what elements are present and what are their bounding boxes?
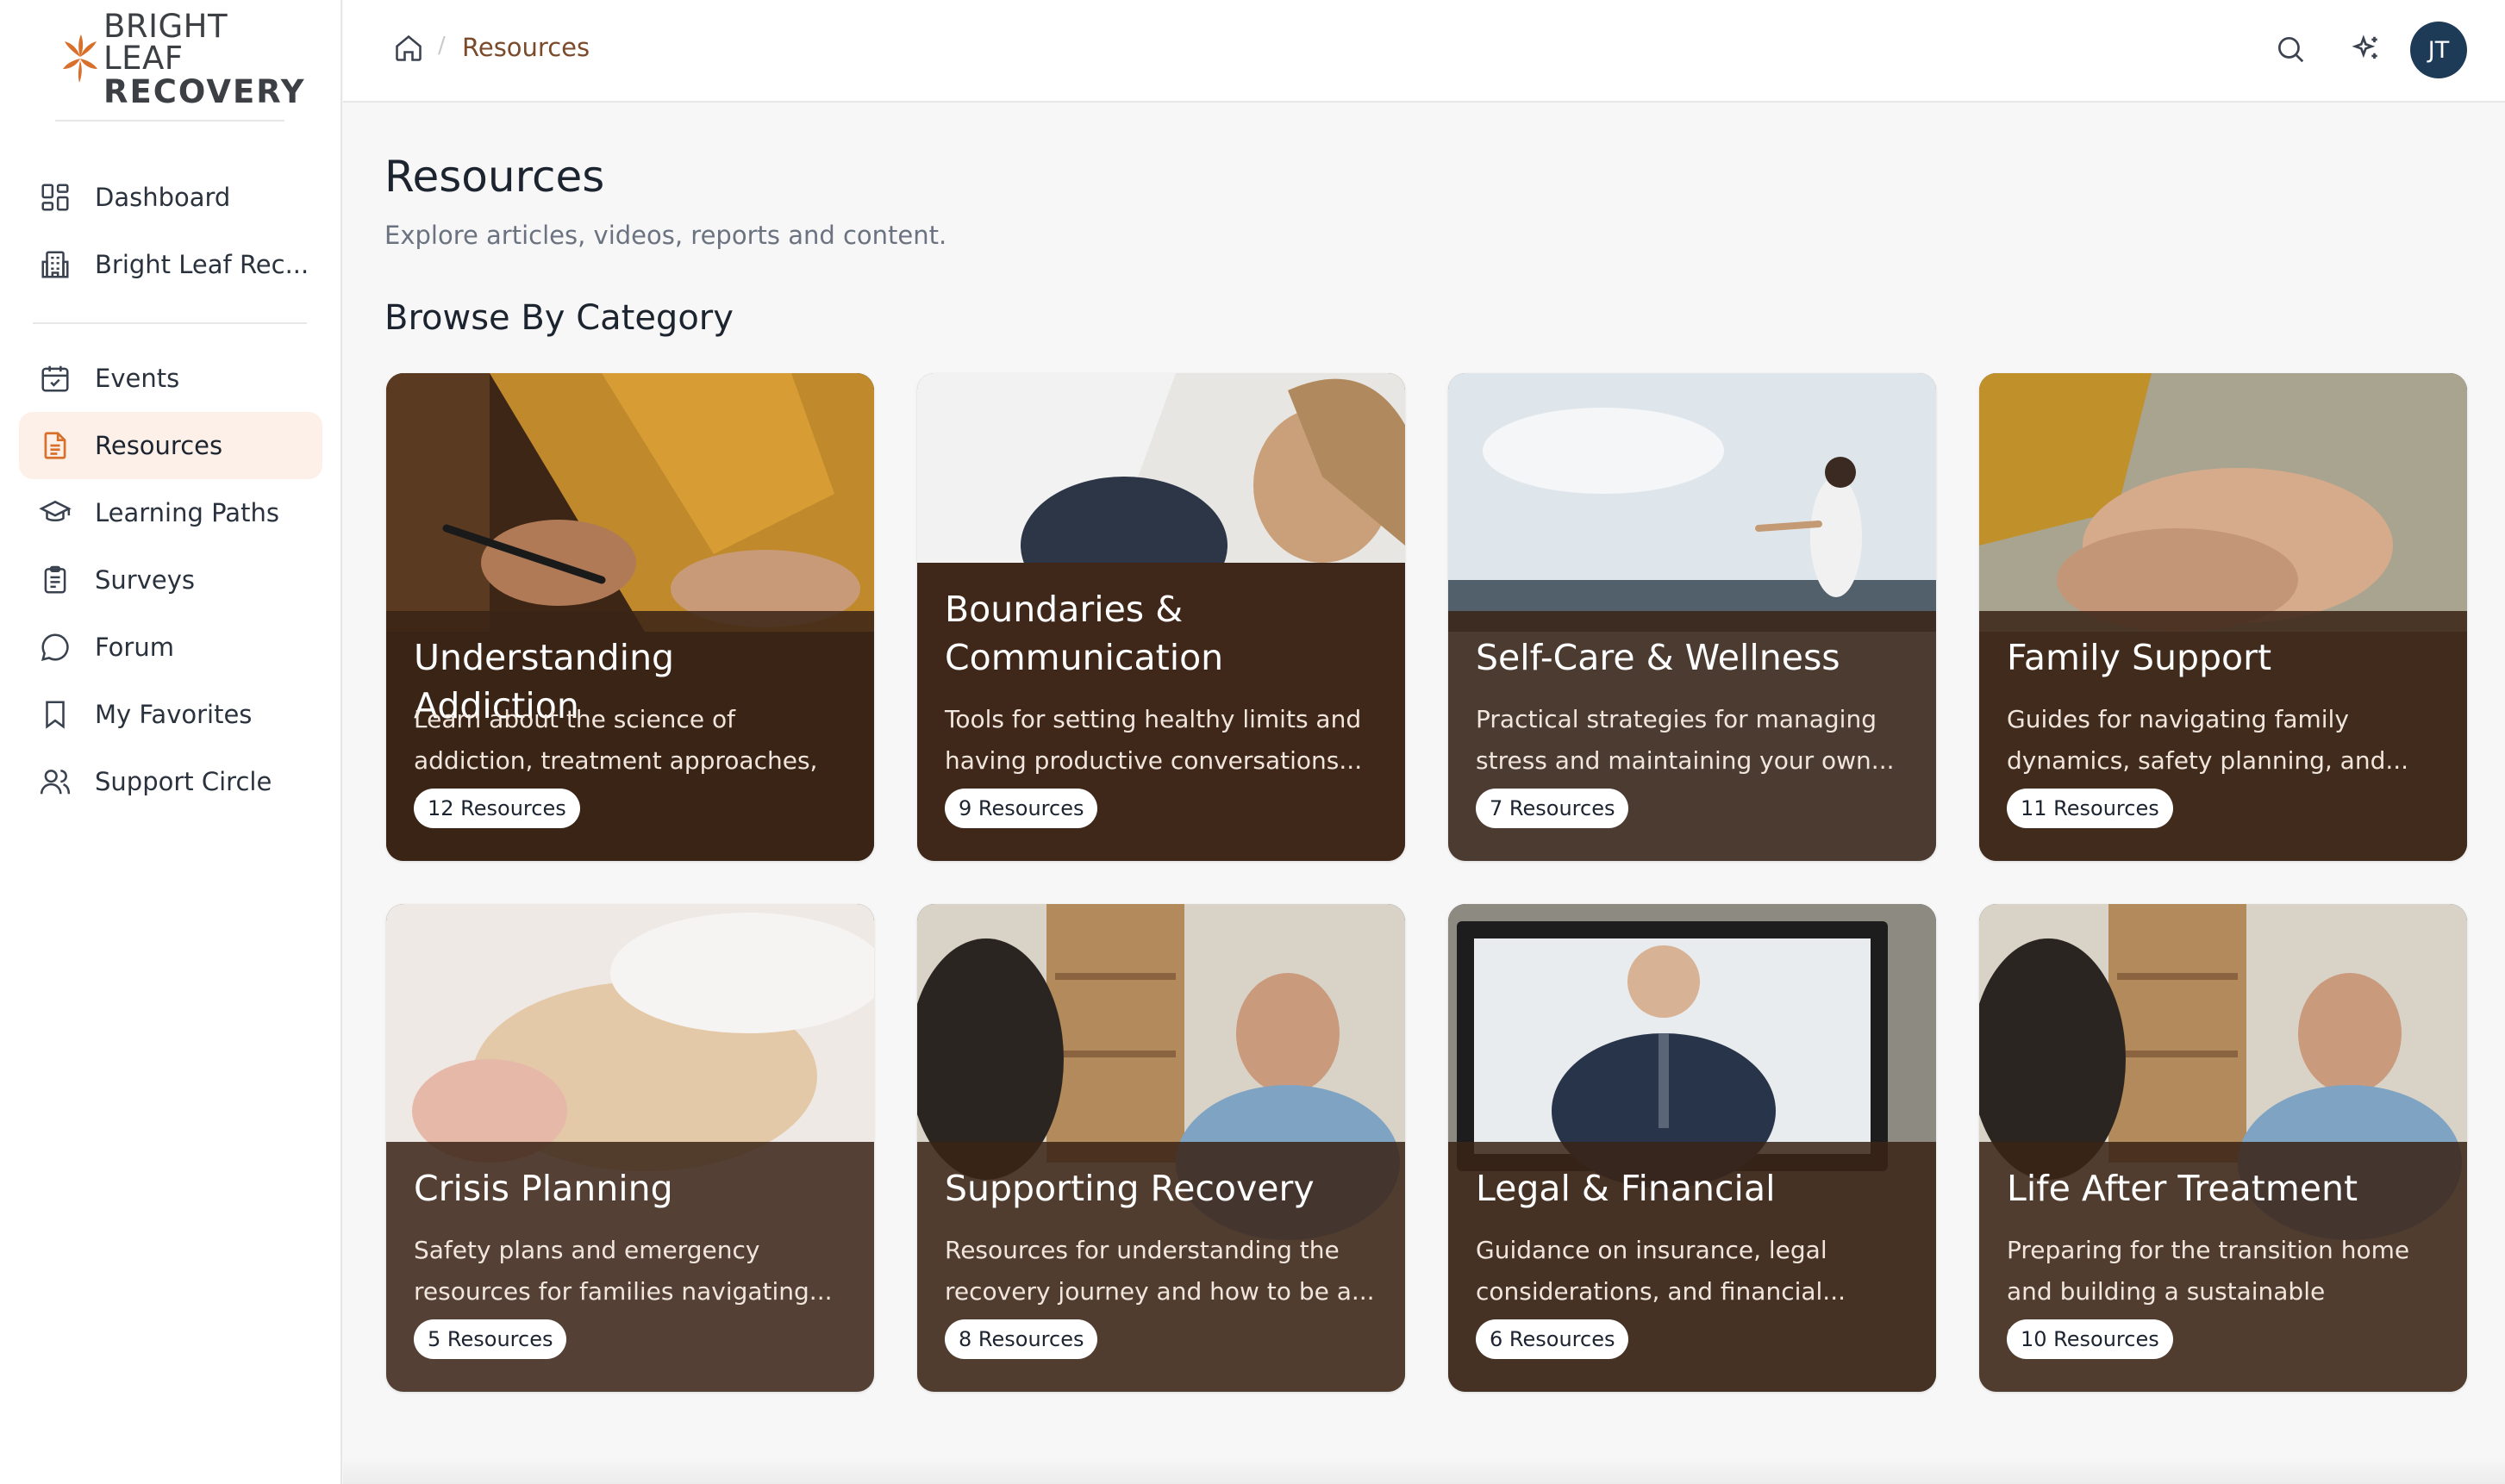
sidebar-divider: [55, 120, 284, 122]
card-title: Legal & Financial: [1476, 1168, 1776, 1209]
sidebar-item-label: Forum: [95, 633, 174, 662]
sidebar-item-surveys[interactable]: Surveys: [19, 546, 322, 614]
brand-name-line1: BRIGHT LEAF: [103, 7, 228, 77]
graduation-cap-icon: [38, 496, 72, 530]
building-icon: [38, 247, 72, 282]
search-button[interactable]: [2272, 31, 2308, 67]
resource-count-badge: 6 Resources: [1476, 1319, 1629, 1359]
resource-count-badge: 11 Resources: [2007, 789, 2173, 828]
grid-icon: [38, 180, 72, 215]
category-card[interactable]: Supporting Recovery Resources for unders…: [917, 904, 1405, 1392]
category-card[interactable]: Crisis Planning Safety plans and emergen…: [386, 904, 874, 1392]
page-title: Resources: [384, 152, 605, 202]
sidebar-item-label: Learning Paths: [95, 498, 279, 527]
card-description: Guidance on insurance, legal considerati…: [1476, 1236, 1846, 1306]
category-card[interactable]: Legal & Financial Guidance on insurance,…: [1448, 904, 1936, 1392]
sidebar-item-label: Resources: [95, 431, 223, 460]
top-bar: [343, 0, 2505, 103]
section-title: Browse By Category: [384, 298, 734, 338]
users-icon: [38, 764, 72, 799]
breadcrumb-separator: /: [438, 33, 446, 59]
home-icon[interactable]: [393, 33, 424, 64]
category-card[interactable]: Family Support Guides for navigating fam…: [1979, 373, 2467, 861]
chat-bubble-icon: [38, 630, 72, 664]
sidebar-item-organization[interactable]: Bright Leaf Rec...: [19, 231, 322, 298]
sidebar-divider: [33, 322, 307, 324]
card-title: Life After Treatment: [2007, 1168, 2358, 1209]
sidebar-item-label: My Favorites: [95, 700, 253, 729]
sidebar-item-forum[interactable]: Forum: [19, 614, 322, 681]
card-description: Resources for understanding the recovery…: [945, 1236, 1375, 1306]
resource-count-badge: 12 Resources: [414, 789, 580, 828]
sidebar-item-label: Support Circle: [95, 767, 272, 796]
page-subtitle: Explore articles, videos, reports and co…: [384, 221, 947, 250]
bookmark-icon: [38, 697, 72, 732]
sidebar-item-events[interactable]: Events: [19, 345, 322, 412]
calendar-check-icon: [38, 361, 72, 396]
resource-count-badge: 5 Resources: [414, 1319, 567, 1359]
resource-count-badge: 7 Resources: [1476, 789, 1629, 828]
resource-count-badge: 10 Resources: [2007, 1319, 2173, 1359]
app-root: BRIGHT LEAF RECOVERY Dashboard Bright Le…: [0, 0, 2505, 1484]
sidebar-item-label: Events: [95, 364, 180, 393]
sidebar-item-label: Dashboard: [95, 183, 231, 212]
card-title: Crisis Planning: [414, 1168, 673, 1209]
category-card[interactable]: Boundaries & Communication Tools for set…: [917, 373, 1405, 861]
leaf-logo-icon: [63, 34, 97, 83]
card-title: Boundaries & Communication: [945, 589, 1224, 678]
sidebar-item-resources[interactable]: Resources: [19, 412, 322, 479]
sidebar-nav-secondary: Events Resources Learning Paths Surveys: [19, 345, 322, 815]
sidebar-item-dashboard[interactable]: Dashboard: [19, 164, 322, 231]
sidebar-item-support-circle[interactable]: Support Circle: [19, 748, 322, 815]
card-description: Safety plans and emergency resources for…: [414, 1236, 833, 1306]
sidebar-nav-primary: Dashboard Bright Leaf Rec...: [19, 164, 322, 298]
document-icon: [38, 428, 72, 463]
brand-logo[interactable]: BRIGHT LEAF RECOVERY: [60, 10, 304, 108]
sidebar-item-my-favorites[interactable]: My Favorites: [19, 681, 322, 748]
user-avatar[interactable]: JT: [2410, 22, 2467, 78]
card-description: Tools for setting healthy limits and hav…: [945, 705, 1363, 775]
card-description: Guides for navigating family dynamics, s…: [2007, 705, 2409, 775]
card-title: Self-Care & Wellness: [1476, 637, 1840, 678]
category-card[interactable]: Self-Care & Wellness Practical strategie…: [1448, 373, 1936, 861]
ai-assistant-button[interactable]: [2348, 31, 2384, 67]
breadcrumb-current[interactable]: Resources: [462, 33, 590, 62]
sidebar: BRIGHT LEAF RECOVERY Dashboard Bright Le…: [0, 0, 342, 1484]
card-description: Practical strategies for managing stress…: [1476, 705, 1895, 775]
clipboard-icon: [38, 563, 72, 597]
category-card[interactable]: Life After Treatment Preparing for the t…: [1979, 904, 2467, 1392]
sidebar-item-label: Bright Leaf Rec...: [95, 250, 309, 279]
search-icon: [2277, 36, 2304, 63]
card-title: Family Support: [2007, 637, 2272, 678]
resource-count-badge: 8 Resources: [945, 1319, 1098, 1359]
brand-name-line2: RECOVERY: [103, 72, 306, 110]
category-card[interactable]: Understanding Addiction Learn about the …: [386, 373, 874, 861]
scroll-shadow: [343, 1456, 2505, 1484]
sidebar-item-label: Surveys: [95, 565, 195, 595]
card-title: Supporting Recovery: [945, 1168, 1315, 1209]
resource-count-badge: 9 Resources: [945, 789, 1098, 828]
sidebar-item-learning-paths[interactable]: Learning Paths: [19, 479, 322, 546]
sparkle-icon: [2352, 34, 2377, 59]
